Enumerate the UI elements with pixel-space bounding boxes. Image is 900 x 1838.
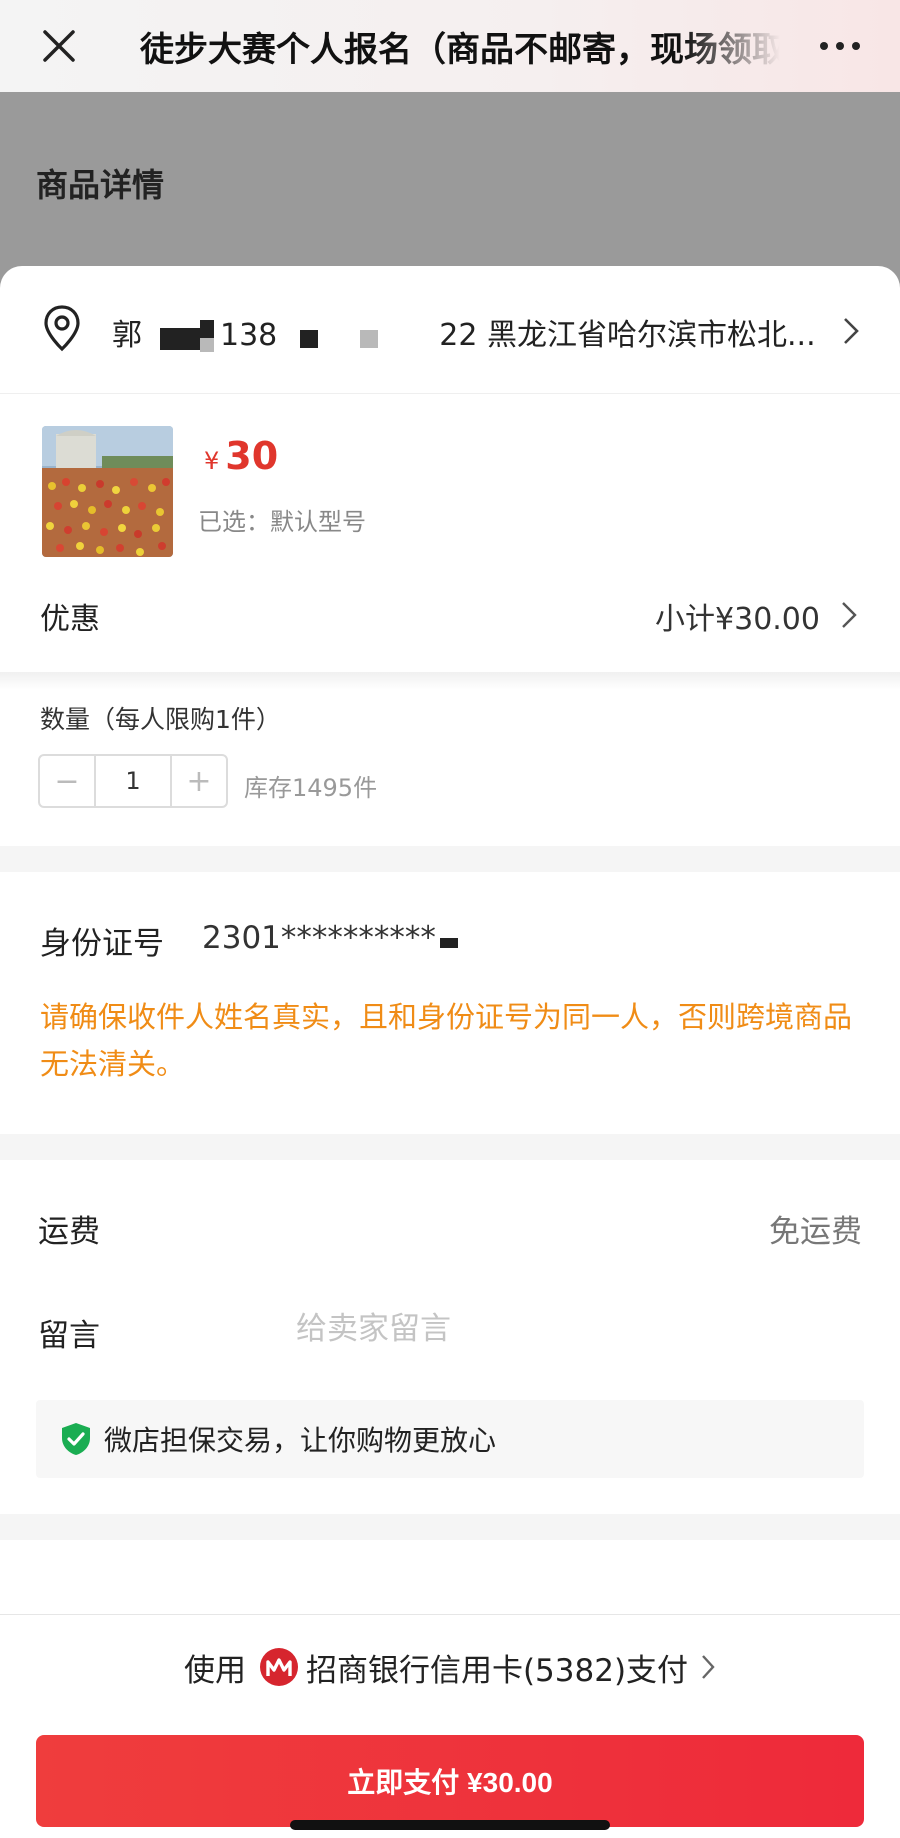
page-title: 徒步大赛个人报名（商品不邮寄，现场领取）	[140, 29, 780, 70]
shipping-value: 免运费	[769, 1214, 862, 1250]
more-icon	[820, 42, 828, 50]
bank-logo-icon	[259, 1648, 298, 1686]
promo-label[interactable]: 优惠	[40, 594, 100, 638]
redaction-mark	[200, 320, 214, 338]
customs-warning: 请确保收件人姓名真实，且和身份证号为同一人，否则跨境商品无法清关。	[40, 1000, 853, 1081]
decrement-button[interactable]: −	[40, 756, 94, 806]
stock-count: 库存1495件	[244, 774, 378, 802]
payment-use-label: 使用	[183, 1652, 246, 1689]
seller-message-input[interactable]	[296, 1306, 856, 1352]
chevron-right-icon	[702, 1655, 715, 1679]
product-row: ¥30 已选：默认型号 优惠 小计¥30.00	[0, 394, 900, 674]
section-divider	[0, 1514, 900, 1540]
redaction-mark	[440, 938, 458, 948]
subtotal-text: 小计¥30.00	[655, 602, 820, 637]
redaction-mark	[160, 328, 200, 350]
divider	[0, 672, 900, 690]
recipient-phone-prefix: 138	[220, 318, 278, 353]
recipient-phone-suffix: 22	[439, 318, 478, 353]
quantity-label: 数量（每人限购1件）	[40, 705, 281, 734]
increment-button[interactable]: +	[172, 756, 226, 806]
guarantee-banner: 微店担保交易，让你购物更放心	[36, 1400, 864, 1478]
section-divider	[0, 846, 900, 872]
more-button[interactable]	[800, 17, 880, 75]
product-price: ¥30	[204, 434, 278, 478]
message-label: 留言	[38, 1318, 100, 1354]
quantity-value[interactable]: 1	[94, 756, 172, 806]
guarantee-text: 微店担保交易，让你购物更放心	[104, 1424, 497, 1457]
redaction-mark	[360, 330, 378, 348]
id-number-value[interactable]: 2301**********	[202, 920, 436, 956]
address-text: 郭 138 22 黑龙江省哈尔滨市松北...	[112, 310, 816, 354]
section-divider	[0, 1134, 900, 1160]
close-icon	[43, 30, 75, 62]
pay-now-button[interactable]: 立即支付 ¥30.00	[36, 1735, 864, 1827]
price-value: 30	[225, 434, 279, 478]
recipient-name: 郭	[112, 318, 142, 353]
recipient-address: 黑龙江省哈尔滨市松北...	[487, 318, 816, 353]
address-row[interactable]: 郭 138 22 黑龙江省哈尔滨市松北...	[0, 266, 900, 394]
payment-method-text: 招商银行信用卡(5382)支付	[305, 1652, 689, 1689]
order-sheet: 郭 138 22 黑龙江省哈尔滨市松北... ¥ 30 已选：默认型号 优惠 小…	[0, 266, 900, 1838]
chevron-right-icon	[844, 318, 859, 344]
price-currency: ¥	[204, 447, 220, 475]
quantity-stepper: − 1 +	[38, 754, 228, 808]
home-indicator	[290, 1820, 610, 1830]
chevron-right-icon[interactable]	[840, 600, 858, 630]
shipping-label: 运费	[38, 1214, 100, 1250]
id-number-label: 身份证号	[40, 926, 164, 962]
payment-method-selector[interactable]: 使用 招商银行信用卡(5382)支付	[0, 1635, 900, 1699]
shield-check-icon	[62, 1423, 90, 1455]
payment-bar: 使用 招商银行信用卡(5382)支付 立即支付 ¥30.00	[0, 1614, 900, 1838]
redaction-mark	[200, 338, 214, 352]
redaction-mark	[300, 330, 318, 348]
location-pin-icon	[44, 305, 80, 352]
top-nav-bar: 徒步大赛个人报名（商品不邮寄，现场领取）	[0, 0, 900, 92]
close-button[interactable]	[30, 17, 88, 75]
product-thumbnail	[42, 426, 173, 557]
product-detail-heading: 商品详情	[36, 166, 165, 204]
selected-spec[interactable]: 已选：默认型号	[198, 502, 366, 537]
